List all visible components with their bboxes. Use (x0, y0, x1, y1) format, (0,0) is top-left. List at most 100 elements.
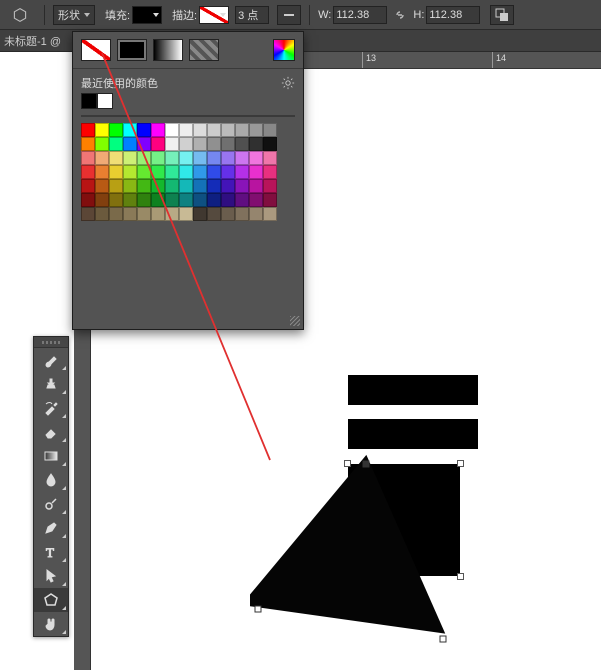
swatch[interactable] (137, 137, 151, 151)
swatch[interactable] (109, 193, 123, 207)
swatch[interactable] (235, 207, 249, 221)
swatch[interactable] (207, 137, 221, 151)
swatch[interactable] (123, 207, 137, 221)
swatch[interactable] (81, 123, 95, 137)
swatch[interactable] (263, 207, 277, 221)
gear-icon[interactable] (281, 76, 295, 90)
swatch[interactable] (123, 137, 137, 151)
swatch[interactable] (263, 179, 277, 193)
swatch[interactable] (137, 123, 151, 137)
shape-mode-dropdown[interactable]: 形状 (53, 5, 95, 25)
path-operations-button[interactable] (490, 5, 514, 25)
swatch[interactable] (95, 137, 109, 151)
swatch[interactable] (81, 165, 95, 179)
swatch[interactable] (221, 207, 235, 221)
swatch[interactable] (193, 151, 207, 165)
swatch[interactable] (95, 123, 109, 137)
swatch[interactable] (137, 165, 151, 179)
swatch[interactable] (109, 123, 123, 137)
swatch[interactable] (165, 137, 179, 151)
swatch[interactable] (193, 193, 207, 207)
swatch[interactable] (165, 165, 179, 179)
fill-swatch[interactable] (132, 6, 162, 24)
swatch[interactable] (109, 207, 123, 221)
swatch[interactable] (137, 207, 151, 221)
swatch[interactable] (207, 123, 221, 137)
swatch[interactable] (81, 193, 95, 207)
swatch[interactable] (263, 123, 277, 137)
fill-type-none[interactable] (81, 39, 111, 61)
swatch[interactable] (179, 179, 193, 193)
swatch[interactable] (81, 151, 95, 165)
swatch[interactable] (81, 137, 95, 151)
swatch[interactable] (235, 179, 249, 193)
stroke-swatch[interactable] (199, 6, 229, 24)
swatch[interactable] (123, 193, 137, 207)
swatch[interactable] (249, 193, 263, 207)
swatch[interactable] (179, 123, 193, 137)
swatch[interactable] (151, 207, 165, 221)
swatch[interactable] (207, 165, 221, 179)
swatch[interactable] (95, 151, 109, 165)
swatch[interactable] (263, 137, 277, 151)
swatch[interactable] (249, 137, 263, 151)
fill-type-gradient[interactable] (153, 39, 183, 61)
swatch[interactable] (151, 165, 165, 179)
swatch[interactable] (95, 179, 109, 193)
swatch[interactable] (235, 123, 249, 137)
eraser-tool[interactable] (34, 420, 68, 444)
swatch[interactable] (109, 165, 123, 179)
swatch[interactable] (109, 137, 123, 151)
swatch[interactable] (263, 193, 277, 207)
swatch[interactable] (151, 123, 165, 137)
swatch[interactable] (165, 151, 179, 165)
swatch[interactable] (207, 179, 221, 193)
swatch[interactable] (165, 207, 179, 221)
swatch[interactable] (179, 193, 193, 207)
swatch[interactable] (137, 151, 151, 165)
swatch[interactable] (221, 123, 235, 137)
blur-tool[interactable] (34, 468, 68, 492)
swatch[interactable] (81, 207, 95, 221)
clone-stamp-tool[interactable] (34, 372, 68, 396)
swatch[interactable] (249, 207, 263, 221)
swatch[interactable] (165, 123, 179, 137)
swatch[interactable] (179, 165, 193, 179)
gradient-tool[interactable] (34, 444, 68, 468)
swatch[interactable] (179, 207, 193, 221)
brush-tool[interactable] (34, 348, 68, 372)
swatch[interactable] (165, 193, 179, 207)
swatch[interactable] (235, 165, 249, 179)
shape-rectangle-1[interactable] (348, 375, 478, 405)
swatch[interactable] (249, 165, 263, 179)
palette-grip[interactable] (34, 337, 68, 348)
swatch[interactable] (123, 151, 137, 165)
polygon-shape-tool[interactable] (34, 588, 68, 612)
swatch[interactable] (193, 137, 207, 151)
history-brush-tool[interactable] (34, 396, 68, 420)
shape-triangle[interactable] (250, 454, 456, 646)
hand-tool[interactable] (34, 612, 68, 636)
swatch[interactable] (165, 179, 179, 193)
swatch[interactable] (123, 165, 137, 179)
swatch[interactable] (249, 151, 263, 165)
dodge-tool[interactable] (34, 492, 68, 516)
recent-swatch[interactable] (97, 93, 113, 109)
swatch[interactable] (235, 193, 249, 207)
swatch[interactable] (95, 207, 109, 221)
swatch[interactable] (221, 179, 235, 193)
swatch[interactable] (123, 179, 137, 193)
swatch[interactable] (137, 179, 151, 193)
resize-grip-icon[interactable] (290, 316, 300, 326)
swatch[interactable] (193, 207, 207, 221)
swatch[interactable] (249, 179, 263, 193)
swatch[interactable] (81, 179, 95, 193)
swatch[interactable] (179, 137, 193, 151)
swatch[interactable] (151, 151, 165, 165)
swatch[interactable] (193, 123, 207, 137)
type-tool[interactable]: T (34, 540, 68, 564)
swatch[interactable] (207, 207, 221, 221)
swatch[interactable] (179, 151, 193, 165)
swatch[interactable] (221, 137, 235, 151)
swatch[interactable] (235, 151, 249, 165)
